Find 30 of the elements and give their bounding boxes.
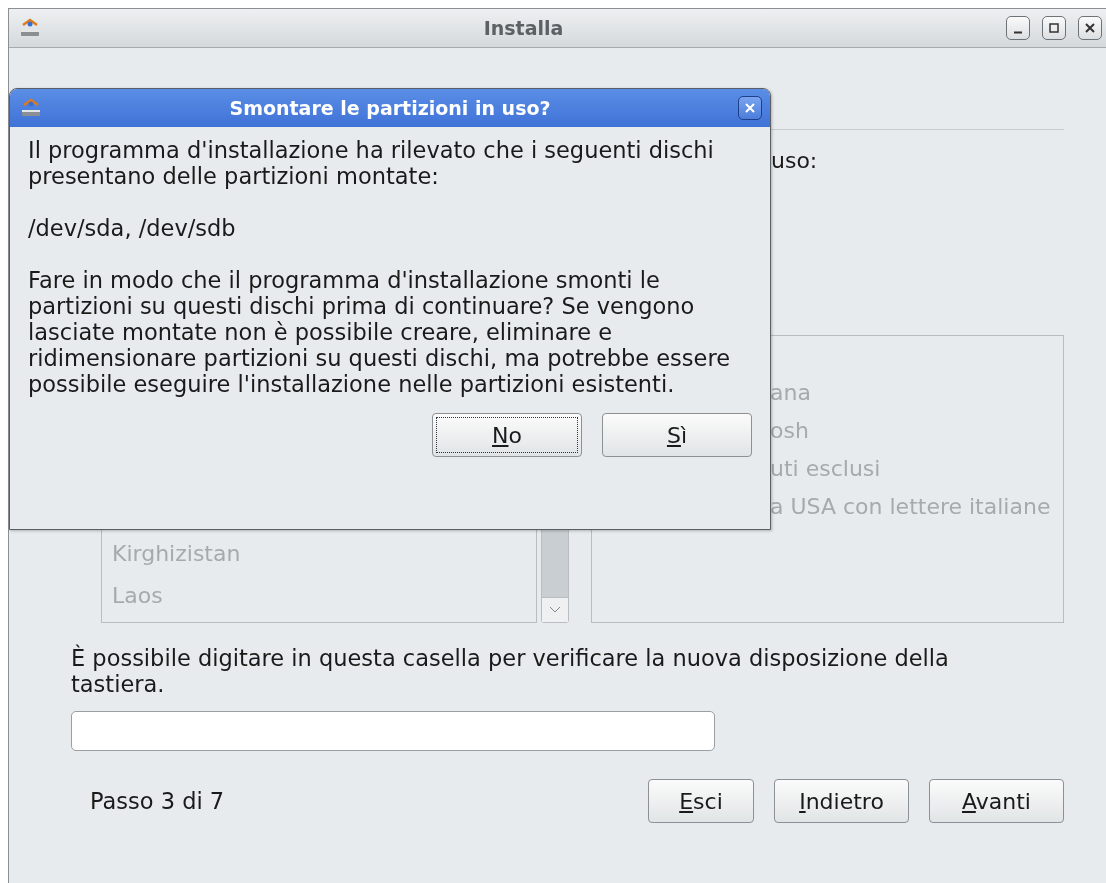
list-item[interactable]: Laos [112, 583, 536, 608]
maximize-icon [1048, 22, 1060, 34]
dialog-message: Fare in modo che il programma d'installazione smonti le partizioni su questi dischi prima di continuare? Se vengono lasciate montate non è possibile creare, eliminare e ridimensionare partizioni su questi dischi, ma potrebbe essere possibile eseguire l'installazione nelle partizioni esistenti. [28, 267, 731, 397]
step-label: Passo 3 di 7 [90, 788, 226, 814]
list-item[interactable]: a USA con lettere italiane [770, 494, 1063, 519]
installer-icon [20, 97, 42, 119]
list-item[interactable]: osh [770, 418, 1063, 443]
close-icon [744, 102, 756, 114]
dialog-button[interactable]: No [432, 413, 582, 457]
dialog-close-button[interactable] [738, 96, 762, 120]
maximize-button[interactable] [1042, 16, 1066, 40]
dialog-button[interactable]: Sì [602, 413, 752, 457]
test-field[interactable] [71, 711, 715, 751]
dialog-message: /dev/sda, /dev/sdb [28, 215, 237, 241]
dialog-title: Smontare le partizioni in uso? [228, 97, 552, 119]
list-item[interactable]: Kirghizistan [112, 541, 536, 566]
dialog-message: Il programma d'installazione ha rilevato che i seguenti dischi presentano delle partizioni montate: [28, 137, 715, 189]
minimize-icon [1013, 30, 1023, 34]
nav-button[interactable]: Indietro [774, 779, 909, 823]
close-button[interactable] [1078, 16, 1102, 40]
list-item[interactable]: uti esclusi [770, 456, 1063, 481]
window-title: Installa [482, 17, 565, 39]
nav-button[interactable]: Avanti [929, 779, 1064, 823]
section-heading: uso: [771, 148, 818, 173]
nav-button[interactable]: Esci [648, 779, 754, 823]
installer-icon [19, 17, 41, 39]
minimize-button[interactable] [1006, 16, 1030, 40]
list-item[interactable]: ana [770, 380, 1063, 405]
test-label: È possibile digitare in questa casella per verificare la nuova disposizione della tastiera. [71, 645, 950, 697]
close-icon [1084, 22, 1096, 34]
